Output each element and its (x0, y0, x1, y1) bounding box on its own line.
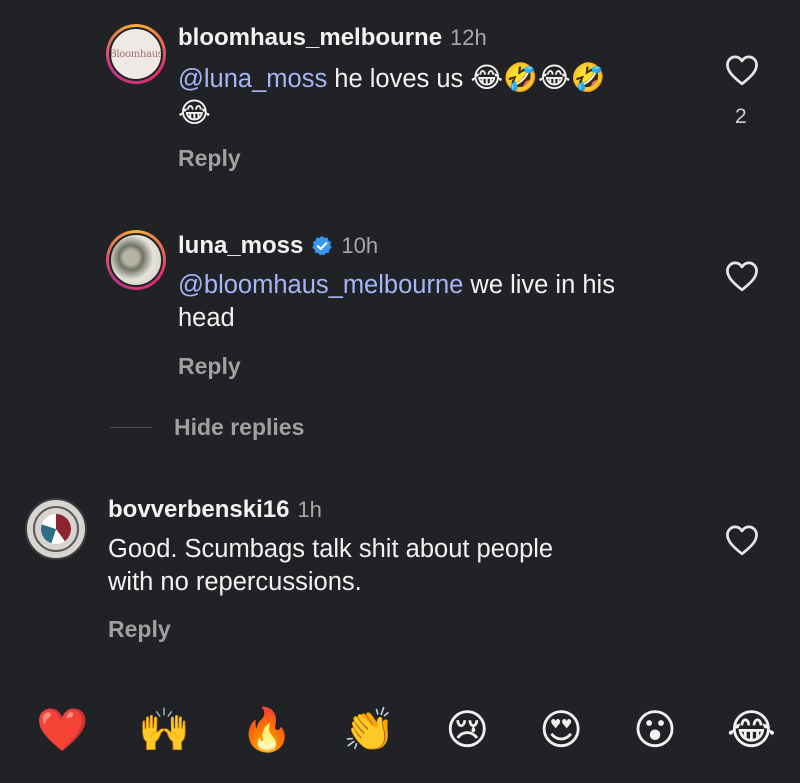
reaction-raising-hands[interactable]: 🙌 (138, 704, 190, 756)
comment: bovverbenski16 1h Good. Scumbags talk sh… (0, 0, 800, 680)
reaction-heart-eyes[interactable]: 😍 (539, 704, 583, 756)
avatar[interactable] (25, 498, 87, 560)
comment-body: Good. Scumbags talk shit about people (108, 535, 554, 563)
username[interactable]: bovverbenski16 (108, 496, 289, 524)
comment-header: bovverbenski16 1h (108, 496, 322, 524)
reaction-crying-face[interactable]: 😢 (445, 704, 489, 756)
comment-body-line2: with no repercussions. (108, 568, 362, 596)
reaction-clapping-hands[interactable]: 👏 (343, 704, 395, 756)
quick-reaction-bar: ❤️ 🙌 🔥 👏 😢 😍 😮 😂 (36, 704, 776, 756)
reaction-tears-of-joy[interactable]: 😂 (727, 704, 776, 756)
reaction-red-heart[interactable]: ❤️ (36, 704, 88, 756)
reply-button[interactable]: Reply (108, 616, 171, 643)
like-heart-icon[interactable] (724, 524, 760, 556)
avatar-image (41, 514, 71, 544)
comment-text: Good. Scumbags talk shit about people wi… (108, 533, 708, 599)
timestamp: 1h (297, 497, 322, 522)
reaction-surprised-face[interactable]: 😮 (633, 704, 677, 756)
reaction-fire[interactable]: 🔥 (241, 704, 293, 756)
